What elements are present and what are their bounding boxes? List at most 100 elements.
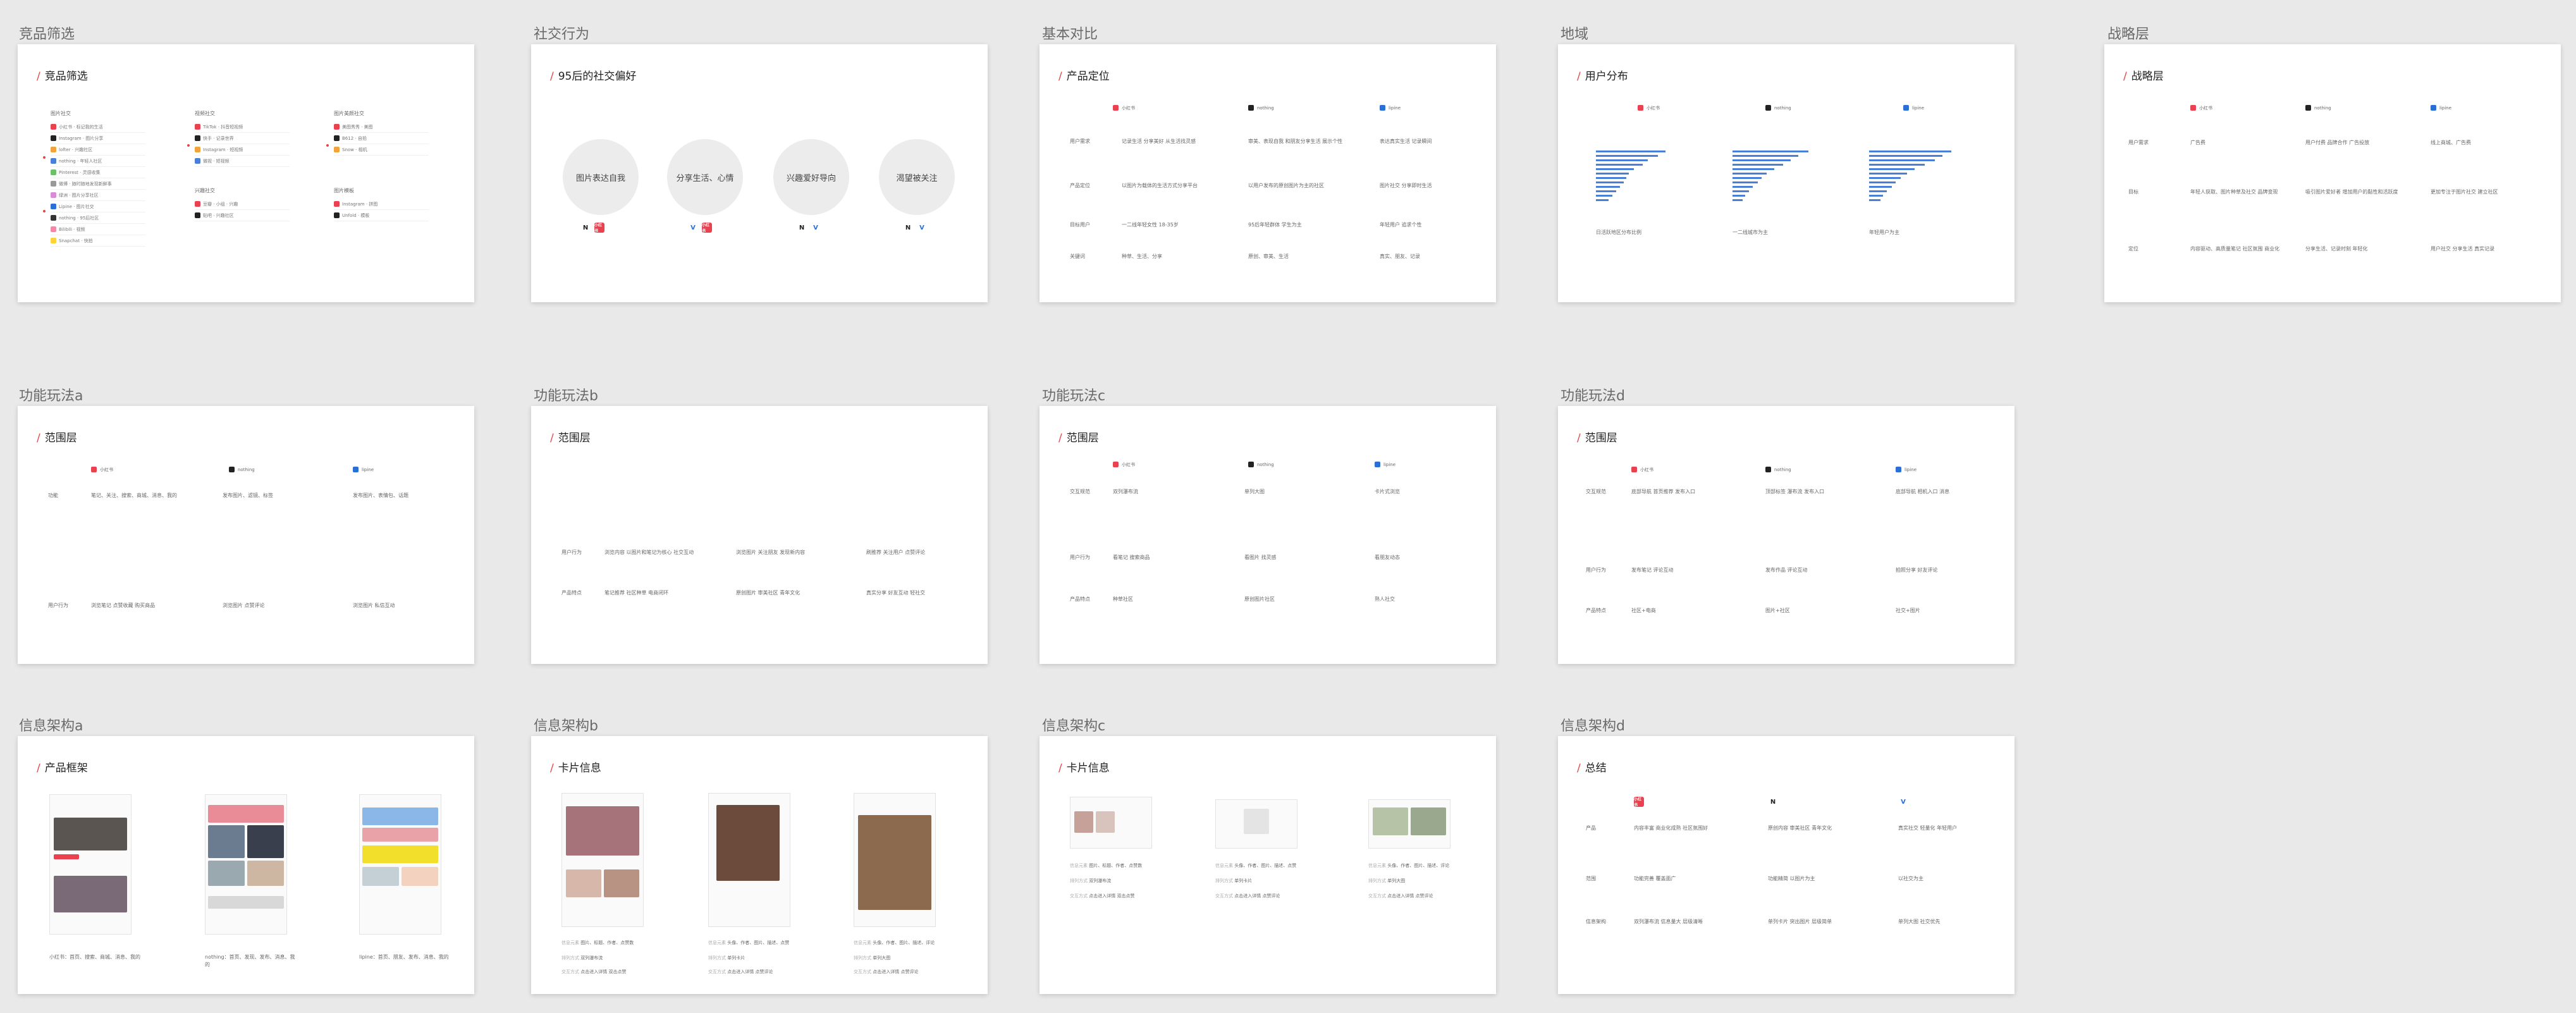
row-label: 用户行为 [48,603,68,608]
card-diyu[interactable]: / 用户分布 小红书 nothing lipine 日活跃地区分布比例 一二线城市… [1558,44,2015,302]
nothing-icon [1248,462,1254,467]
bar [1733,190,1749,192]
card-xxa[interactable]: / 产品框架 小红书：首页、搜索、商城、消息、我的 nothing：首页、发现、发… [18,736,474,994]
xiaohongshu-icon: 小红书 [1634,797,1644,807]
section-label-jiben: 基本对比 [1042,27,1098,42]
app-icon [195,147,200,152]
list-item-label: 贴吧 · 兴趣社区 [203,212,234,218]
row-cell: 发布作品 评论互动 [1765,567,1808,573]
app-name: 小红书 [2199,106,2212,111]
meta-value: 点击进入详情 点赞评论 [1234,893,1280,899]
app-name: 小红书 [1647,106,1660,111]
section-label-diyu: 地域 [1561,27,1589,42]
app-icon [51,192,56,198]
card-title: / 用户分布 [1577,70,1628,83]
meta-label: 交互方式 [1215,893,1235,899]
card-gnb[interactable]: / 范围层 用户行为 浏览内容 以图片和笔记为核心 社交互动 浏览图片 关注朋友 发现… [531,406,988,664]
card-zhanlue[interactable]: / 战略层 小红书 nothing lipine 用户需求 广告费 用户付费 品牌合作… [2104,44,2561,302]
card-xxc[interactable]: / 卡片信息 信息元素 图片、标题、作者、点赞数 信息元素 头像、作者、图片、描述、… [1040,736,1496,994]
row-label: 用户需求 [1070,138,1090,144]
bar [1596,168,1634,170]
meta-row: 信息元素 头像、作者、图片、描述、点赞 [1215,863,1323,869]
meta-row: 交互方式 点击进入详情 点赞评论 [854,969,961,975]
meta-value: 点击进入详情 点赞评论 [1387,893,1433,899]
bar [1596,190,1616,192]
app-icon [51,204,56,209]
row-label: 目标 [2128,189,2138,195]
meta-label: 排列方式 [1070,878,1089,883]
row-cell: 看笔记 搜索商品 [1113,555,1150,560]
card-title: / 竞品筛选 [37,70,88,83]
list-item: 美图秀秀 · 美图 [334,121,429,133]
app-name: lipine [1383,462,1396,467]
nothing-icon: N [1768,797,1778,807]
row-cell: 更加专注于图片社交 建立社区 [2431,189,2498,195]
meta-row: 信息元素 头像、作者、图片、描述、评论 [854,940,961,946]
app-icon [51,169,56,175]
nothing-icon: N [580,223,591,233]
meta-row: 排列方式 双列瀑布流 [561,955,669,961]
meta-row: 排列方式 单列大图 [854,955,961,961]
card-jingpin[interactable]: / 竞品筛选 图片社交 小红书 · 标记我的生活 Instagram · 图片分享 l… [18,44,474,302]
section-label-jingpin: 竞品筛选 [19,27,75,42]
card-xxd[interactable]: / 总结 小红书 N V 产品 内容丰富 商业化成熟 社区氛围好 原创内容 审美社区 … [1558,736,2015,994]
meta-value: 单列卡片 [1234,878,1253,883]
nothing-icon: N [903,223,913,233]
row-cell: 用户社交 分享生活 真实记录 [2431,246,2495,252]
list-item: Instagram · 短视频 [195,144,290,156]
card-title: / 产品框架 [37,762,88,775]
meta-value: 单列大图 [1387,878,1406,883]
list-item: B612 · 自拍 [334,133,429,144]
card-title: / 产品定位 [1058,70,1110,83]
card-xxb[interactable]: / 卡片信息 信息元素 图片、标题、作者、点赞数 信息元素 头像、作者、图片、描述、… [531,736,988,994]
card-gna[interactable]: / 范围层 小红书 nothing lipine 功能 笔记、关注、搜索、商城、消息… [18,406,474,664]
meta-value: 图片、标题、作者、点赞数 [580,940,634,945]
xiaohongshu-icon [2190,105,2196,111]
nothing-icon [1765,105,1771,111]
row-cell: 发布笔记 评论互动 [1631,567,1674,573]
app-icon [51,215,56,221]
meta-label: 信息元素 [1070,863,1089,868]
meta-value: 头像、作者、图片、描述、点赞 [1234,863,1297,868]
row-cell: 表达真实生活 记录瞬间 [1380,138,1432,144]
list-item-label: lofter · 兴趣社区 [59,147,93,152]
row-cell: 种草、生活、分享 [1122,254,1162,259]
app-name: lipine [1904,467,1917,472]
app-icon [51,238,56,243]
row-label: 用户行为 [1586,567,1606,573]
card-gnd[interactable]: / 范围层 小红书 nothing lipine 交互规范 底部导航 首页推荐 发布… [1558,406,2015,664]
bar [1869,177,1901,179]
xxa-caption: lipine：首页、朋友、发布、消息、我的 [359,954,449,960]
row-label: 产品 [1586,825,1596,831]
row-cell: 单列大图 [1244,489,1265,494]
card-shejiao[interactable]: /95后的社交偏好 图片表达自我 分享生活、心情 兴趣爱好导向 渴望被关注 N … [531,44,988,302]
bar [1596,155,1658,157]
lipine-icon [1896,467,1901,472]
app-icon [334,201,340,207]
row-cell: 真实、朋友、记录 [1380,254,1420,259]
meta-row: 信息元素 图片、标题、作者、点赞数 [561,940,669,946]
row-cell: 内容驱动、高质量笔记 社区氛围 商业化 [2190,246,2280,252]
xiaohongshu-icon [91,467,97,472]
row-cell: 单列大图 社交优先 [1898,919,1941,924]
list-item-label: Instagram · 拼图 [342,201,378,207]
row-label: 产品特点 [561,590,582,596]
card-screenshot-lipine [1368,799,1451,849]
app-name: 小红书 [1122,106,1135,111]
app-name: nothing [1774,106,1791,111]
row-label: 用户行为 [561,549,582,555]
card-gnc[interactable]: / 范围层 小红书 nothing lipine 交互规范 双列瀑布流 单列大图 卡片式… [1040,406,1496,664]
list-item-label: 微博 · 随时随地发现新鲜事 [59,181,112,187]
meta-value: 头像、作者、图片、描述、评论 [1387,863,1450,868]
row-cell: 原创图片社区 [1244,596,1275,602]
row-cell: 浏览图片 关注朋友 发现新内容 [736,549,806,555]
row-cell: 一二线年轻女性 18-35岁 [1122,222,1179,228]
list-item: Instagram · 图片分享 [51,133,145,144]
list-item-label: Instagram · 图片分享 [59,135,104,141]
row-label: 范围 [1586,876,1596,881]
diyu-caption: 年轻用户为主 [1869,230,1899,235]
app-name: nothing [1774,467,1791,472]
phone-screenshot-xiaohongshu [49,794,132,935]
section-label-zhanlue: 战略层 [2107,27,2150,42]
card-jiben[interactable]: / 产品定位 小红书 nothing lipine 用户需求 记录生活 分享美好 从… [1040,44,1496,302]
